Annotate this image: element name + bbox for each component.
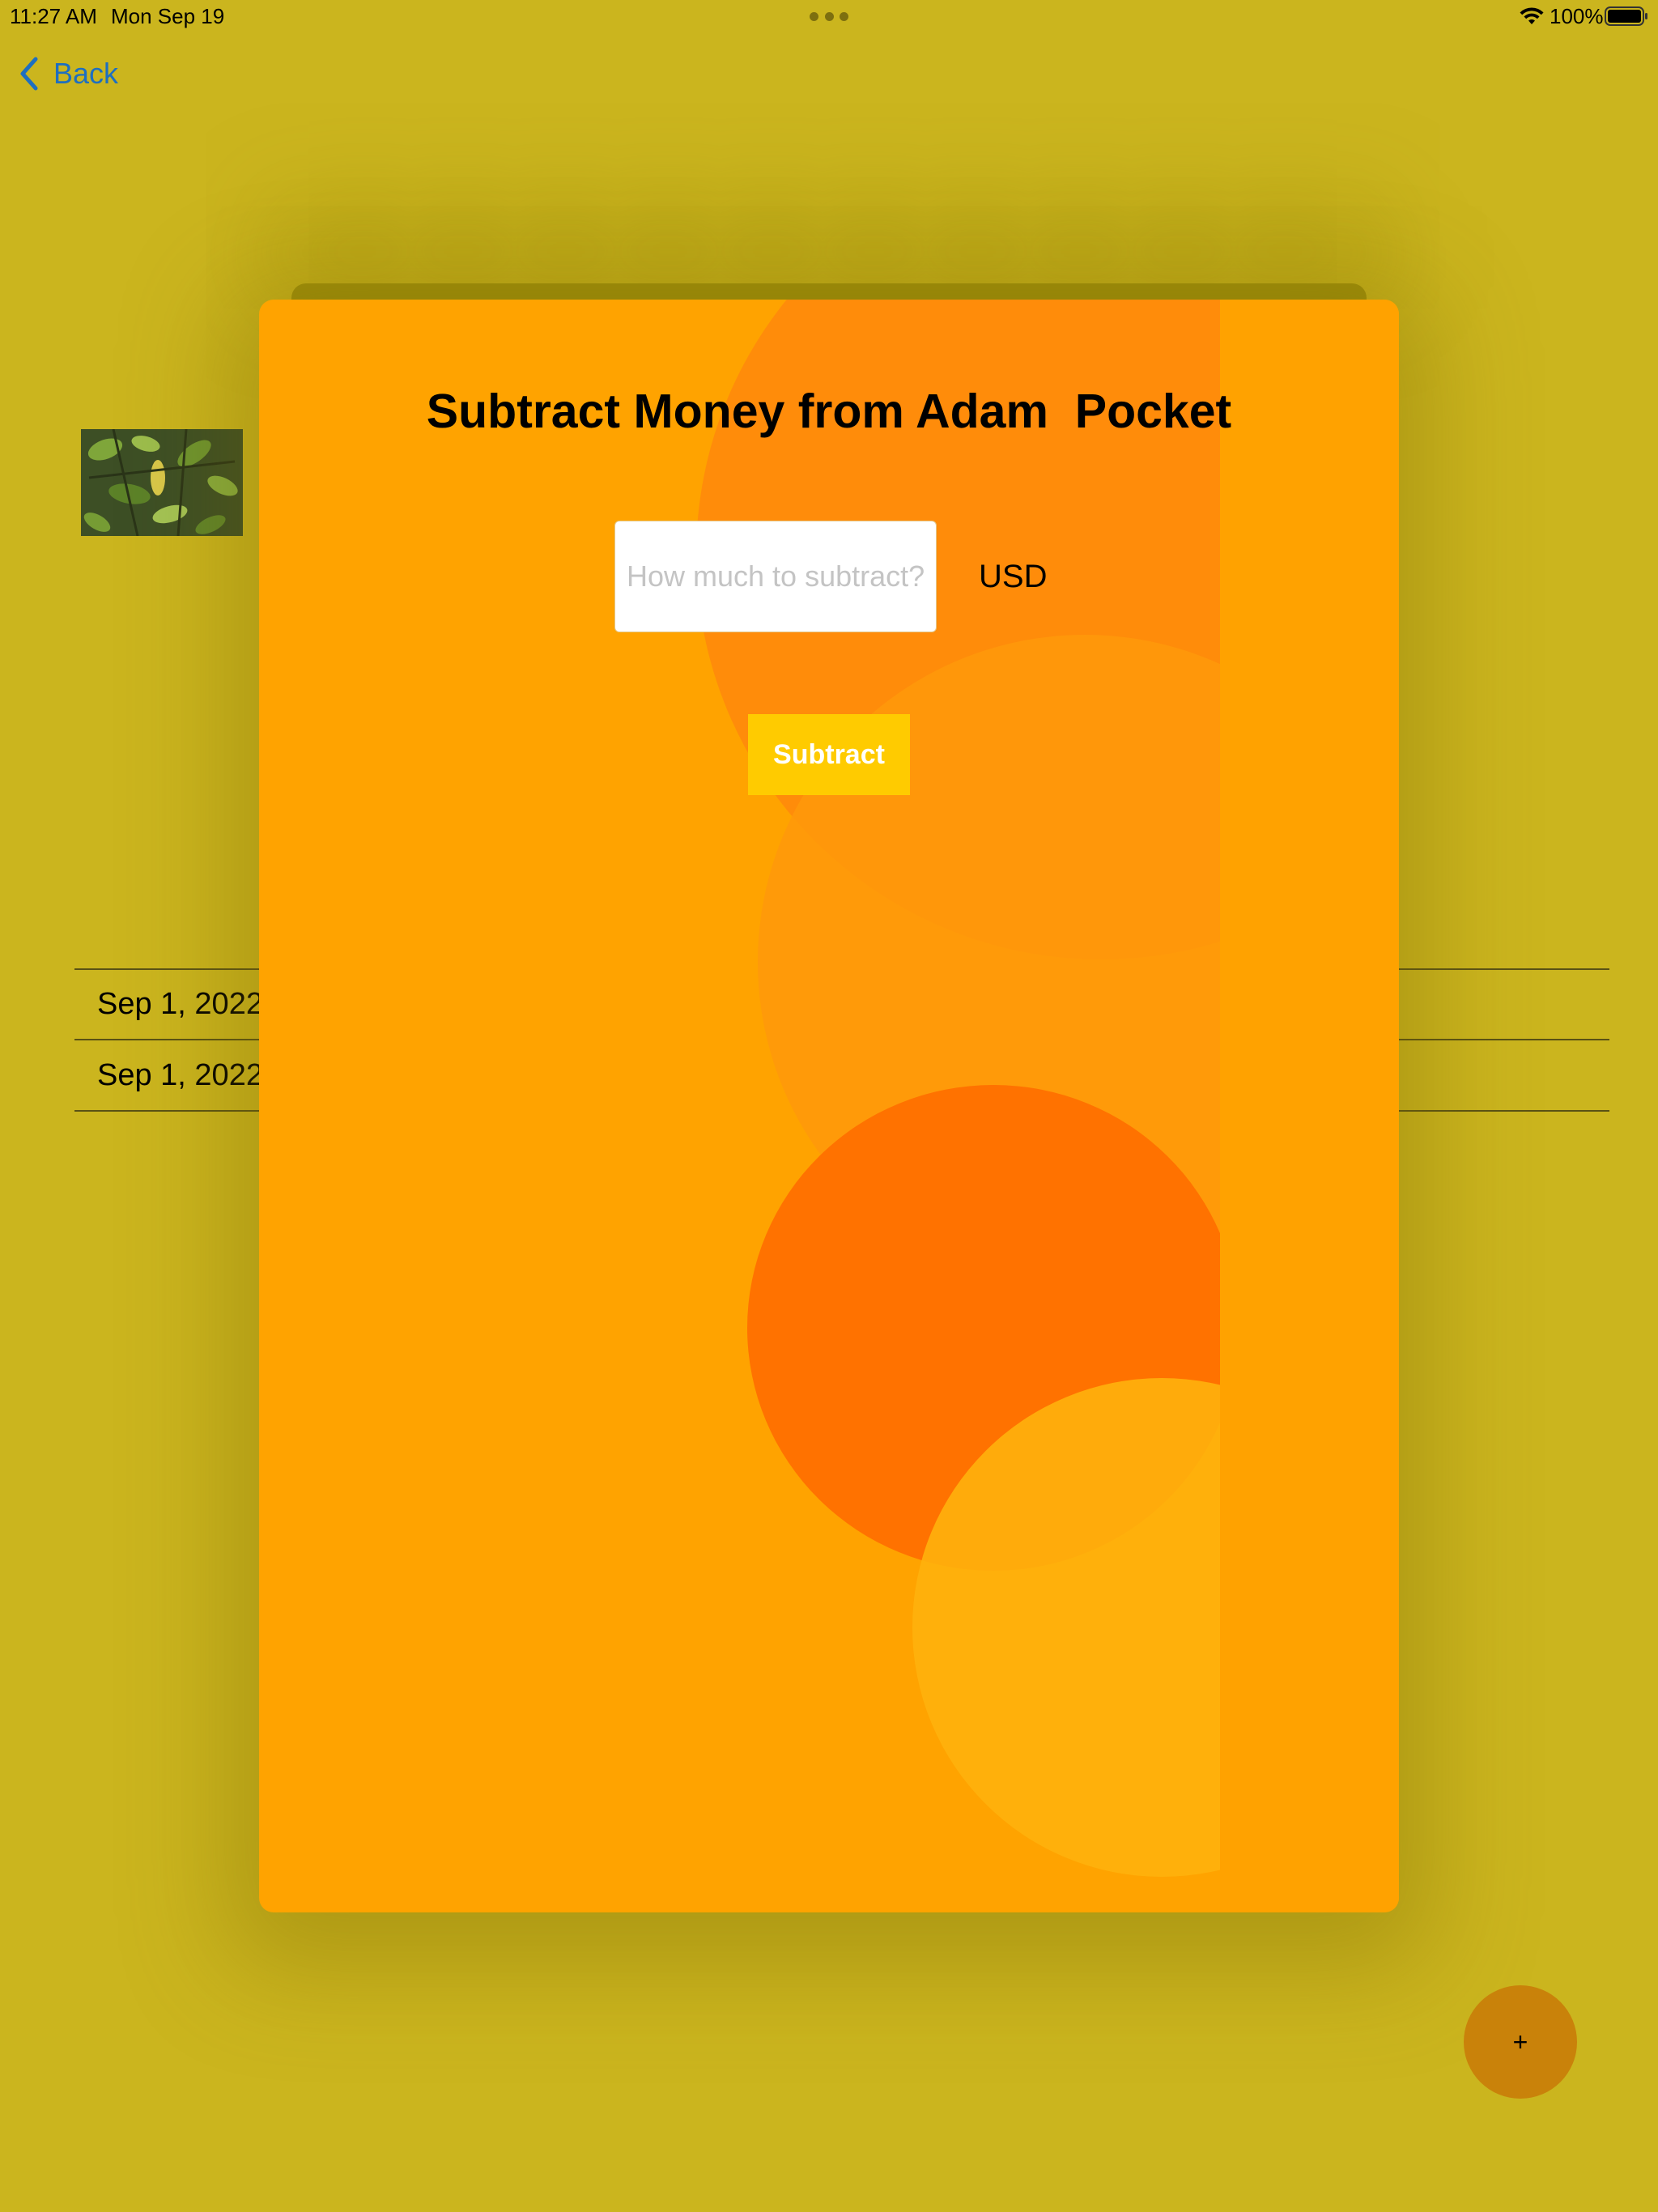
modal-title: Subtract Money from Adam Pocket [426, 385, 1232, 438]
plus-icon: + [1512, 2027, 1528, 2057]
subtract-button[interactable]: Subtract [748, 714, 910, 795]
list-item-date[interactable]: Sep 1, 2022 [97, 985, 263, 1023]
add-fab-button[interactable]: + [1464, 1985, 1577, 2099]
subtract-amount-input[interactable] [614, 521, 937, 632]
battery-percentage: 100% [1550, 4, 1604, 28]
status-date: Mon Sep 19 [111, 4, 225, 28]
status-time: 11:27 AM [10, 4, 97, 28]
back-button[interactable]: Back [18, 53, 118, 94]
wifi-icon [1520, 7, 1544, 24]
subtract-money-modal: Subtract Money from Adam Pocket USD Subt… [259, 300, 1399, 1912]
chevron-left-icon [20, 57, 38, 91]
list-item-date[interactable]: Sep 1, 2022 [97, 1056, 263, 1095]
currency-label: USD [979, 559, 1048, 594]
battery-icon [1605, 6, 1647, 26]
back-label: Back [53, 57, 119, 90]
multitasking-dots-icon[interactable] [810, 11, 848, 21]
pocket-thumbnail-image [81, 429, 243, 536]
